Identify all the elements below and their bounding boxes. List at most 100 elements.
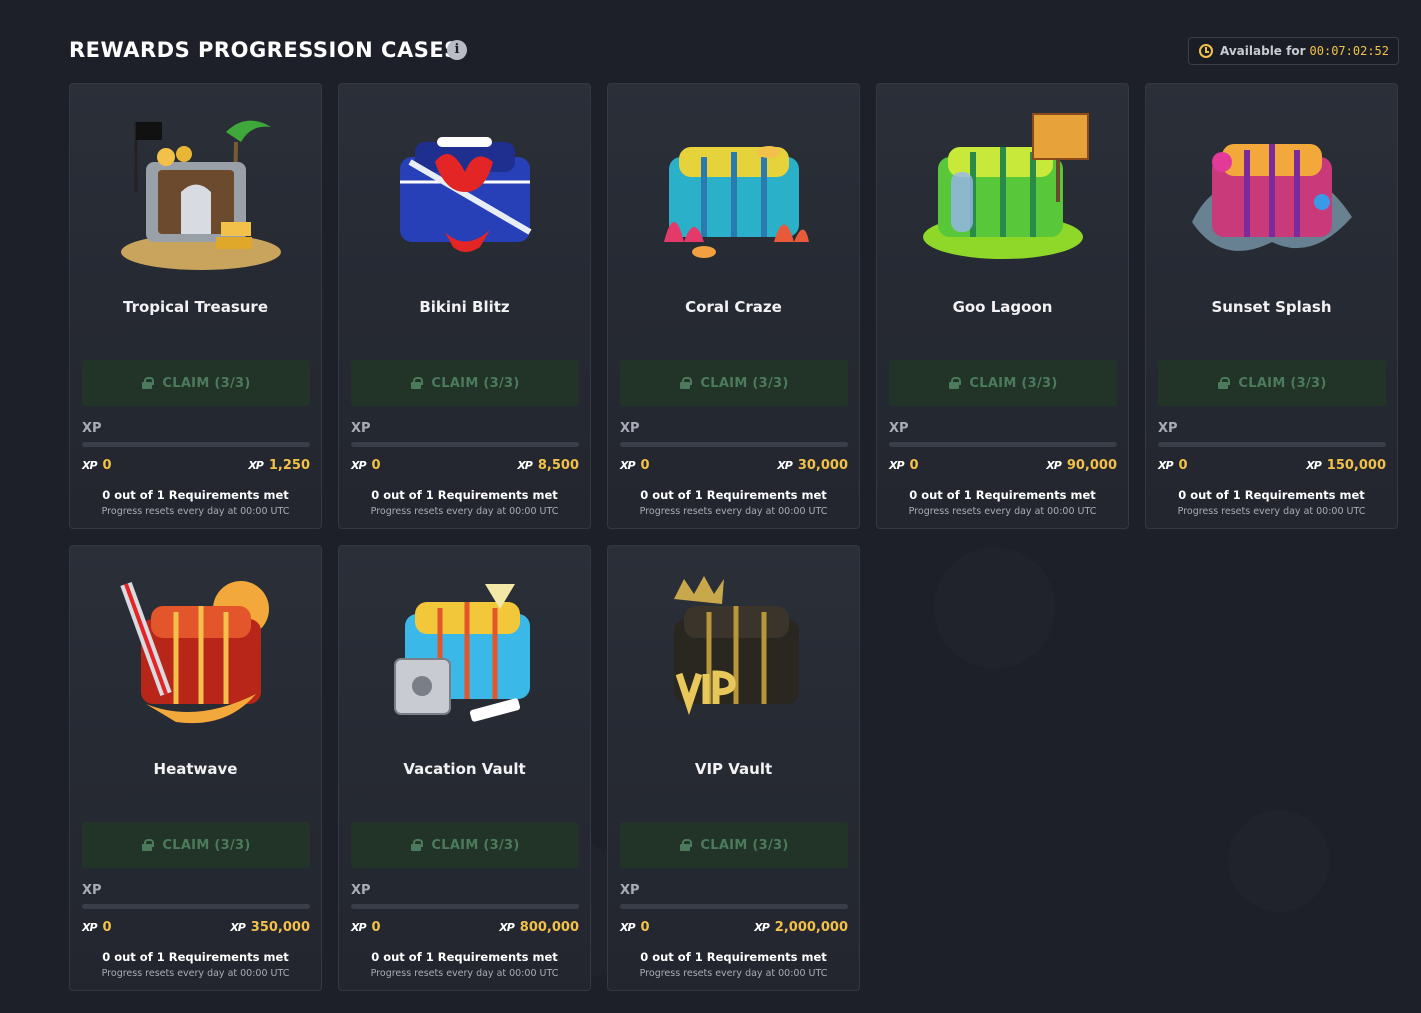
claim-button[interactable]: CLAIM (3/3): [82, 360, 310, 406]
page-header: REWARDS PROGRESSION CASES i Available fo…: [69, 34, 1399, 70]
page-title: REWARDS PROGRESSION CASES: [69, 38, 460, 62]
claim-label: CLAIM (3/3): [969, 375, 1058, 391]
heatwave-chest-icon: [120, 581, 269, 724]
xp-icon: XP: [1158, 459, 1174, 472]
claim-button[interactable]: CLAIM (3/3): [82, 822, 310, 868]
tropical-chest-icon: [121, 120, 281, 270]
xp-progress-bar: [1158, 442, 1386, 447]
xp-row: XP 0 XP 8,500: [351, 458, 579, 476]
requirements-text: 0 out of 1 Requirements met: [102, 950, 289, 964]
claim-label: CLAIM (3/3): [431, 837, 520, 853]
xp-current: XP 0: [351, 920, 381, 935]
timer-value: 00:07:02:52: [1309, 44, 1389, 58]
xp-target: XP 2,000,000: [754, 920, 848, 935]
case-name: VIP Vault: [694, 760, 773, 778]
xp-current-value: 0: [640, 458, 650, 473]
xp-icon: XP: [1306, 459, 1322, 472]
xp-icon: XP: [1046, 459, 1062, 472]
xp-row: XP 0 XP 1,250: [82, 458, 310, 476]
xp-current: XP 0: [82, 458, 112, 473]
claim-button[interactable]: CLAIM (3/3): [351, 822, 579, 868]
xp-current-value: 0: [102, 458, 112, 473]
xp-row: XP 0 XP 90,000: [889, 458, 1117, 476]
requirements-text: 0 out of 1 Requirements met: [371, 488, 558, 502]
case-name: Coral Craze: [685, 298, 782, 316]
xp-progress-bar: [889, 442, 1117, 447]
xp-icon: XP: [351, 921, 367, 934]
case-name: Sunset Splash: [1211, 298, 1332, 316]
xp-target: XP 90,000: [1046, 458, 1117, 473]
xp-icon: XP: [754, 921, 770, 934]
xp-progress-bar: [620, 904, 848, 909]
xp-label: XP: [82, 421, 102, 436]
xp-current: XP 0: [620, 458, 650, 473]
case-name: Bikini Blitz: [419, 298, 510, 316]
requirements-text: 0 out of 1 Requirements met: [640, 950, 827, 964]
xp-current: XP 0: [889, 458, 919, 473]
case-card: Goo Lagoon CLAIM (3/3) XP XP 0 XP 90,000 0…: [876, 83, 1129, 529]
goo-chest-icon: [923, 113, 1089, 259]
lock-icon: [1217, 377, 1231, 389]
xp-icon: XP: [230, 921, 246, 934]
reset-note: Progress resets every day at 00:00 UTC: [908, 506, 1097, 517]
case-card: Sunset Splash CLAIM (3/3) XP XP 0 XP 150,0…: [1145, 83, 1398, 529]
xp-current-value: 0: [371, 920, 381, 935]
xp-target-value: 2,000,000: [774, 920, 848, 935]
lock-icon: [948, 377, 962, 389]
xp-current-value: 0: [909, 458, 919, 473]
claim-label: CLAIM (3/3): [162, 375, 251, 391]
xp-target-value: 350,000: [250, 920, 310, 935]
claim-button[interactable]: CLAIM (3/3): [620, 822, 848, 868]
xp-current: XP 0: [351, 458, 381, 473]
case-name: Heatwave: [153, 760, 238, 778]
xp-current: XP 0: [620, 920, 650, 935]
xp-current-value: 0: [1178, 458, 1188, 473]
requirements-text: 0 out of 1 Requirements met: [102, 488, 289, 502]
xp-icon: XP: [351, 459, 367, 472]
reset-note: Progress resets every day at 00:00 UTC: [370, 968, 559, 979]
xp-icon: XP: [517, 459, 533, 472]
lock-icon: [679, 377, 693, 389]
xp-progress-bar: [82, 904, 310, 909]
case-card: Tropical Treasure CLAIM (3/3) XP XP 0 XP 1…: [69, 83, 322, 529]
claim-button[interactable]: CLAIM (3/3): [1158, 360, 1386, 406]
vacation-chest-icon: [394, 584, 530, 722]
case-card: Vacation Vault CLAIM (3/3) XP XP 0 XP 800,…: [338, 545, 591, 991]
lock-icon: [410, 377, 424, 389]
xp-icon: XP: [248, 459, 264, 472]
xp-current-value: 0: [102, 920, 112, 935]
xp-icon: XP: [777, 459, 793, 472]
xp-current: XP 0: [82, 920, 112, 935]
claim-button[interactable]: CLAIM (3/3): [889, 360, 1117, 406]
requirements-text: 0 out of 1 Requirements met: [371, 950, 558, 964]
lock-icon: [141, 377, 155, 389]
case-card: Heatwave CLAIM (3/3) XP XP 0 XP 350,000 0 …: [69, 545, 322, 991]
xp-label: XP: [1158, 421, 1178, 436]
xp-progress-bar: [620, 442, 848, 447]
xp-icon: XP: [620, 459, 636, 472]
reset-note: Progress resets every day at 00:00 UTC: [101, 968, 290, 979]
xp-target: XP 800,000: [499, 920, 579, 935]
reset-note: Progress resets every day at 00:00 UTC: [639, 968, 828, 979]
xp-target-value: 800,000: [519, 920, 579, 935]
info-icon[interactable]: i: [447, 40, 467, 60]
xp-target: XP 8,500: [517, 458, 579, 473]
claim-button[interactable]: CLAIM (3/3): [620, 360, 848, 406]
xp-current-value: 0: [371, 458, 381, 473]
xp-label: XP: [82, 883, 102, 898]
clock-icon: [1199, 44, 1213, 58]
case-card: Bikini Blitz CLAIM (3/3) XP XP 0 XP 8,500 …: [338, 83, 591, 529]
vip-chest-icon: [674, 576, 799, 716]
claim-button[interactable]: CLAIM (3/3): [351, 360, 579, 406]
xp-current-value: 0: [640, 920, 650, 935]
bikini-chest-icon: [400, 137, 532, 252]
xp-target-value: 90,000: [1066, 458, 1117, 473]
lock-icon: [141, 839, 155, 851]
claim-label: CLAIM (3/3): [162, 837, 251, 853]
xp-target: XP 150,000: [1306, 458, 1386, 473]
claim-label: CLAIM (3/3): [431, 375, 520, 391]
xp-label: XP: [620, 883, 640, 898]
case-card: Coral Craze CLAIM (3/3) XP XP 0 XP 30,000 …: [607, 83, 860, 529]
xp-label: XP: [889, 421, 909, 436]
xp-target: XP 350,000: [230, 920, 310, 935]
